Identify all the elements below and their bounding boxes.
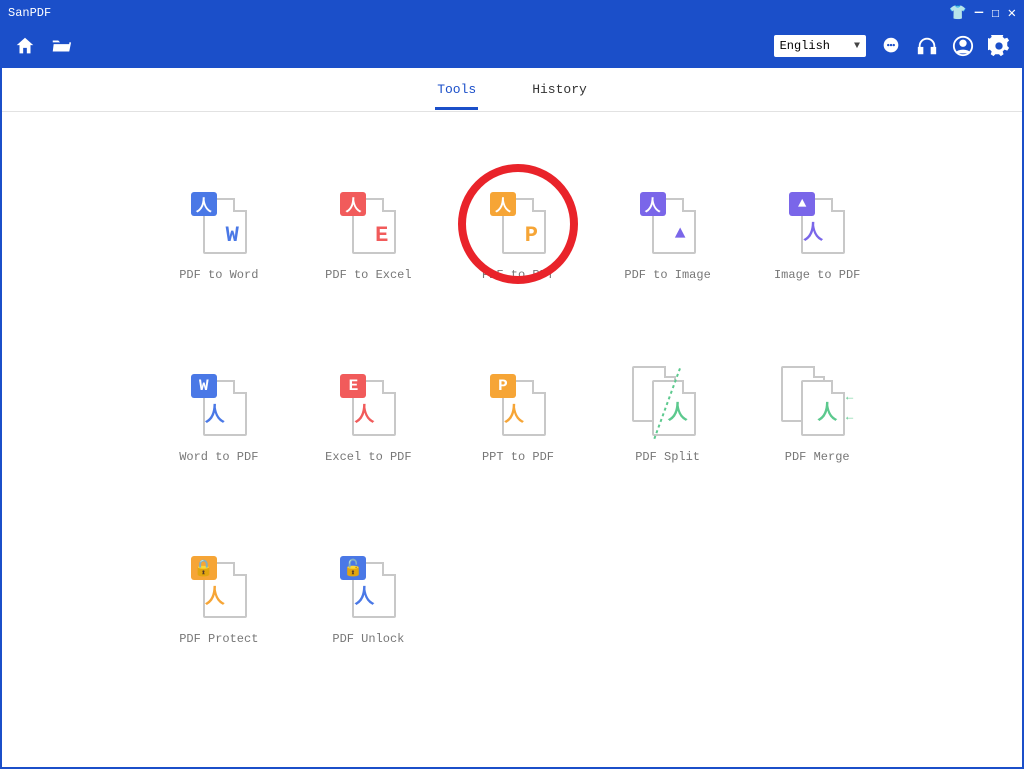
badge-icon: 人: [490, 192, 516, 216]
titlebar: SanPDF 👕 — ☐ ✕: [2, 2, 1022, 24]
tool-icon-pdf-unlock: 🔓人: [340, 554, 396, 618]
settings-icon[interactable]: [988, 35, 1010, 57]
tool-pdf-protect[interactable]: 🔒人 PDF Protect: [179, 554, 258, 646]
shirt-icon[interactable]: 👕: [949, 5, 966, 22]
tab-history[interactable]: History: [528, 70, 591, 109]
tool-icon-word-to-pdf: W人: [191, 372, 247, 436]
tool-label: PDF to Image: [624, 268, 710, 282]
content-area: 人WPDF to Word人EPDF to Excel人PPDF to PPT人…: [2, 112, 1022, 767]
badge-icon: P: [490, 374, 516, 398]
tool-pdf-unlock[interactable]: 🔓人 PDF Unlock: [332, 554, 404, 646]
badge-icon: 人: [340, 192, 366, 216]
tab-bar: Tools History: [2, 68, 1022, 112]
headphones-icon[interactable]: [916, 35, 938, 57]
tool-icon-pdf-to-excel: 人E: [340, 190, 396, 254]
badge-icon: 人: [640, 192, 666, 216]
tool-word-to-pdf[interactable]: W人 Word to PDF: [179, 372, 258, 464]
tool-label: PPT to PDF: [482, 450, 554, 464]
tool-pdf-merge[interactable]: 人←← PDF Merge: [785, 372, 850, 464]
maximize-button[interactable]: ☐: [991, 5, 999, 22]
language-select-label: English: [780, 39, 830, 53]
chat-icon[interactable]: [880, 35, 902, 57]
tool-icon-pdf-to-image: 人▲: [640, 190, 696, 254]
tool-label: Image to PDF: [774, 268, 860, 282]
user-icon[interactable]: [952, 35, 974, 57]
badge-icon: W: [191, 374, 217, 398]
badge-icon: 🔓: [340, 556, 366, 580]
tool-icon-pdf-to-ppt: 人P: [490, 190, 546, 254]
tool-icon-ppt-to-pdf: P人: [490, 372, 546, 436]
tool-label: PDF Unlock: [332, 632, 404, 646]
tool-icon-pdf-protect: 🔒人: [191, 554, 247, 618]
tool-pdf-to-image[interactable]: 人▲ PDF to Image: [624, 190, 710, 282]
language-select[interactable]: English ▼: [774, 35, 866, 57]
window-title: SanPDF: [8, 6, 51, 20]
tool-pdf-to-word[interactable]: 人W PDF to Word: [179, 190, 258, 282]
tool-label: PDF Protect: [179, 632, 258, 646]
tool-icon-pdf-split: 人: [640, 372, 696, 436]
minimize-button[interactable]: —: [975, 5, 983, 21]
tool-icon-excel-to-pdf: E人: [340, 372, 396, 436]
badge-icon: 🔒: [191, 556, 217, 580]
toolbar: English ▼: [2, 24, 1022, 68]
tool-image-to-pdf[interactable]: ▲人 Image to PDF: [774, 190, 860, 282]
home-button[interactable]: [14, 35, 36, 57]
chevron-down-icon: ▼: [854, 41, 860, 52]
badge-icon: 人: [191, 192, 217, 216]
tool-label: Word to PDF: [179, 450, 258, 464]
tool-label: PDF to PPT: [482, 268, 554, 282]
tool-icon-pdf-to-word: 人W: [191, 190, 247, 254]
tool-pdf-split[interactable]: 人 PDF Split: [635, 372, 700, 464]
badge-icon: ▲: [789, 192, 815, 216]
close-button[interactable]: ✕: [1008, 5, 1016, 22]
tool-ppt-to-pdf[interactable]: P人 PPT to PDF: [482, 372, 554, 464]
open-folder-button[interactable]: [50, 35, 72, 57]
tool-label: Excel to PDF: [325, 450, 411, 464]
tool-label: PDF Split: [635, 450, 700, 464]
tool-pdf-to-excel[interactable]: 人E PDF to Excel: [325, 190, 411, 282]
tool-label: PDF to Word: [179, 268, 258, 282]
tool-icon-image-to-pdf: ▲人: [789, 190, 845, 254]
tool-icon-pdf-merge: 人←←: [789, 372, 845, 436]
tab-tools[interactable]: Tools: [433, 70, 480, 109]
tool-label: PDF to Excel: [325, 268, 411, 282]
tool-pdf-to-ppt[interactable]: 人P PDF to PPT: [482, 190, 554, 282]
tool-excel-to-pdf[interactable]: E人 Excel to PDF: [325, 372, 411, 464]
badge-icon: E: [340, 374, 366, 398]
tool-label: PDF Merge: [785, 450, 850, 464]
